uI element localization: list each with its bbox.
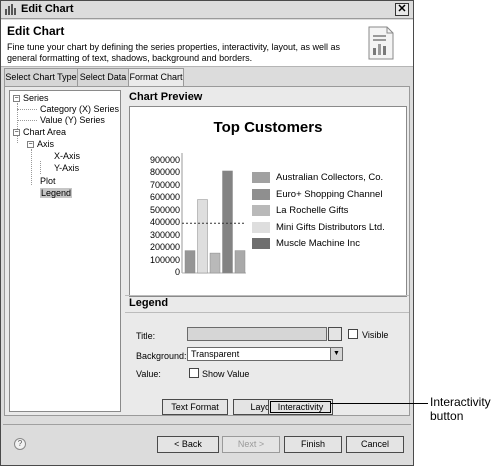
tree-item-series[interactable]: − Series xyxy=(13,93,49,104)
help-icon[interactable]: ? xyxy=(14,438,26,450)
chevron-down-icon[interactable]: ▼ xyxy=(330,348,342,360)
tree-item-chart-area[interactable]: − Chart Area xyxy=(13,127,66,138)
legend-title-input[interactable] xyxy=(187,327,327,341)
cancel-button[interactable]: Cancel xyxy=(346,436,404,453)
format-chart-panel: − Series Category (X) Series Value (Y) Se… xyxy=(4,86,410,416)
legend-label: Australian Collectors, Co. xyxy=(276,172,384,183)
background-label: Background: xyxy=(136,351,187,361)
bar-1 xyxy=(197,199,208,274)
legend-label: La Rochelle Gifts xyxy=(276,205,349,216)
legend-title-label: Title: xyxy=(136,331,156,341)
tree-item-plot[interactable]: Plot xyxy=(40,176,56,187)
show-value-checkbox[interactable] xyxy=(189,368,199,378)
format-tree: − Series Category (X) Series Value (Y) Se… xyxy=(9,90,121,412)
close-icon[interactable]: ✕ xyxy=(395,3,409,16)
tree-item-axis[interactable]: − Axis xyxy=(27,139,54,150)
tree-item-value-series[interactable]: Value (Y) Series xyxy=(40,115,105,126)
interactivity-callout: Interactivity button xyxy=(430,395,491,423)
interactivity-button[interactable]: Interactivity xyxy=(268,399,333,415)
edit-chart-dialog: Edit Chart ✕ Edit Chart Fine tune your c… xyxy=(0,0,414,466)
text-format-button[interactable]: Text Format xyxy=(162,399,228,415)
title-bar[interactable]: Edit Chart ✕ xyxy=(1,1,413,19)
bar-4 xyxy=(234,250,246,274)
tree-item-category-series[interactable]: Category (X) Series xyxy=(40,104,119,115)
legend-swatch xyxy=(252,188,270,200)
background-value: Transparent xyxy=(191,349,240,359)
legend-swatch xyxy=(252,205,270,216)
legend-label: Euro+ Shopping Channel xyxy=(276,188,383,200)
dialog-header: Edit Chart Fine tune your chart by defin… xyxy=(1,20,413,67)
value-label: Value: xyxy=(136,369,161,379)
tree-item-x-axis[interactable]: X-Axis xyxy=(54,151,80,162)
header-title: Edit Chart xyxy=(7,24,65,38)
callout-line-2: button xyxy=(430,409,464,423)
tab-format-chart[interactable]: Format Chart xyxy=(128,68,184,87)
back-button[interactable]: < Back xyxy=(157,436,219,453)
bar-2 xyxy=(209,252,221,274)
footer-divider xyxy=(3,424,411,425)
finish-button[interactable]: Finish xyxy=(284,436,342,453)
bar-3 xyxy=(222,170,233,274)
tree-item-legend[interactable]: Legend xyxy=(40,188,73,199)
callout-line-1: Interactivity xyxy=(430,395,491,409)
legend-swatch xyxy=(252,238,270,249)
chart-preview: Top Customers 900000 800000 700000 600000 50… xyxy=(129,106,407,297)
tab-select-chart-type[interactable]: Select Chart Type xyxy=(4,68,78,86)
title-text-format-button[interactable] xyxy=(328,327,342,341)
chart-app-icon xyxy=(5,4,16,15)
collapse-icon[interactable]: − xyxy=(13,129,20,136)
visible-checkbox[interactable] xyxy=(348,329,358,339)
legend-swatch xyxy=(252,221,270,233)
tree-item-y-axis[interactable]: Y-Axis xyxy=(54,163,79,174)
collapse-icon[interactable]: − xyxy=(27,141,34,148)
legend-label: Muscle Machine Inc xyxy=(276,238,360,249)
collapse-icon[interactable]: − xyxy=(13,95,20,102)
window-title: Edit Chart xyxy=(21,3,74,15)
visible-label: Visible xyxy=(362,330,389,340)
callout-leader-line xyxy=(330,403,428,404)
show-value-label: Show Value xyxy=(202,369,250,379)
legend-label: Mini Gifts Distributors Ltd. xyxy=(276,221,385,233)
legend-swatch xyxy=(252,172,270,183)
tab-select-data[interactable]: Select Data xyxy=(77,68,129,86)
header-description: Fine tune your chart by defining the ser… xyxy=(7,42,340,63)
background-select[interactable]: Transparent ▼ xyxy=(187,347,343,361)
chart-document-icon xyxy=(368,26,394,60)
legend-heading: Legend xyxy=(129,297,169,309)
bar-0 xyxy=(184,250,196,274)
bar-chart xyxy=(181,153,246,274)
next-button[interactable]: Next > xyxy=(222,436,280,453)
chart-preview-heading: Chart Preview xyxy=(129,91,203,103)
